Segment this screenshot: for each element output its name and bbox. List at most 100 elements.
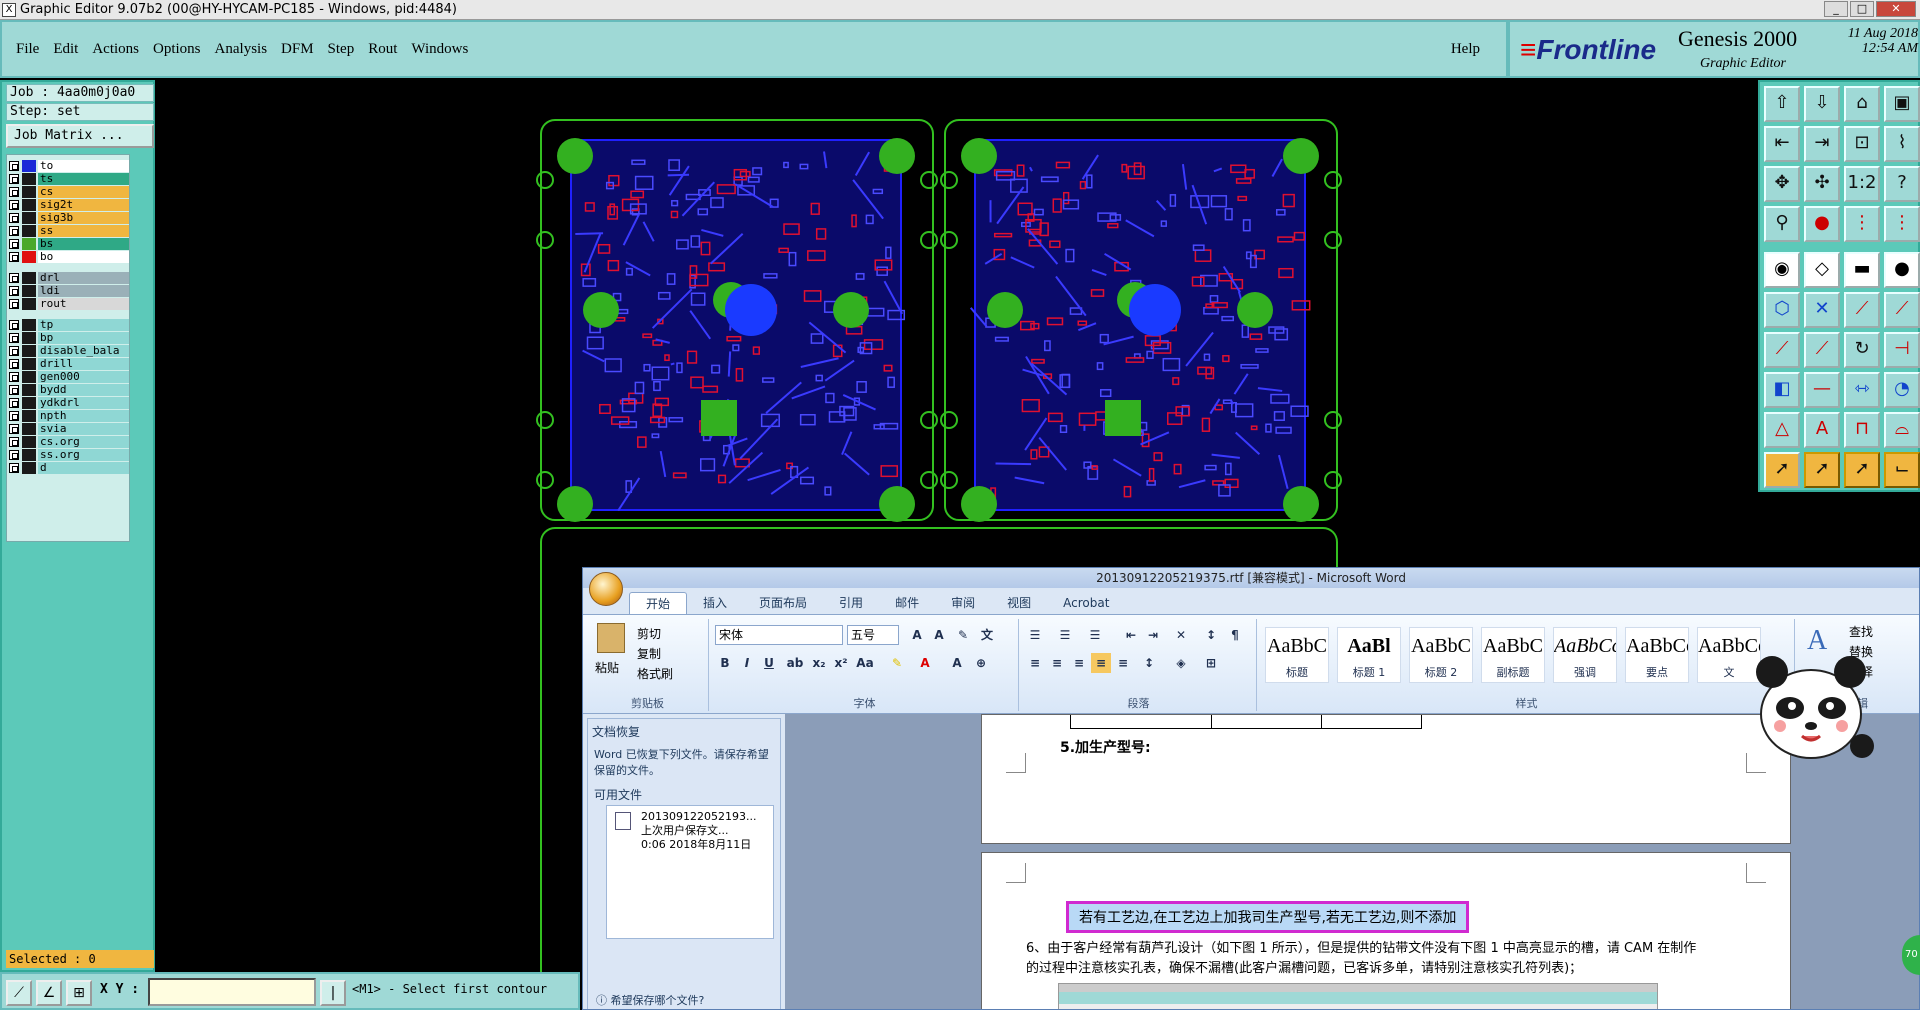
add-line-icon[interactable]: ▬ [1844, 252, 1880, 288]
layer-checkbox[interactable] [9, 239, 19, 249]
rotate-icon[interactable]: ↻ [1844, 332, 1880, 368]
ribbon-tab[interactable]: 视图 [991, 592, 1047, 614]
paste-button[interactable]: 粘贴 [595, 659, 619, 676]
menu-edit[interactable]: Edit [53, 41, 78, 58]
layer-checkbox[interactable] [9, 398, 19, 408]
ribbon-tab[interactable]: 审阅 [935, 592, 991, 614]
cursor-icon[interactable]: | [320, 980, 346, 1006]
layer-checkbox[interactable] [9, 372, 19, 382]
zoom-fit-icon[interactable]: ⇩ [1804, 86, 1840, 122]
ribbon-tab[interactable]: 页面布局 [743, 592, 823, 614]
document-page[interactable]: 5.加生产型号: [981, 714, 1791, 844]
layer-checkbox[interactable] [9, 213, 19, 223]
layer-checkbox[interactable] [9, 200, 19, 210]
layer-row-drill[interactable]: drill [9, 357, 129, 371]
pan-icon[interactable]: ✥ [1764, 166, 1800, 202]
pointer-mode-icon[interactable]: ⟋ [6, 980, 32, 1006]
arc-line-icon[interactable]: ⟋ [1884, 292, 1920, 328]
menu-actions[interactable]: Actions [92, 41, 139, 58]
ribbon-tab[interactable]: 开始 [629, 592, 688, 614]
layer-row-bp[interactable]: bp [9, 331, 129, 345]
zoom-home-icon[interactable]: ⇧ [1764, 86, 1800, 122]
layer-row-to[interactable]: to [9, 159, 129, 173]
ribbon-tab[interactable]: 插入 [687, 592, 743, 614]
layer-checkbox[interactable] [9, 333, 19, 343]
align-right-icon[interactable]: ≡ [1069, 653, 1089, 673]
layer-row-tp[interactable]: tp [9, 318, 129, 332]
home-view-icon[interactable]: ⌂ [1844, 86, 1880, 122]
shading-icon[interactable]: ◈ [1171, 653, 1191, 673]
layer-row-ss-org[interactable]: ss.org [9, 448, 129, 462]
layer-row-sig3b[interactable]: sig3b [9, 211, 129, 225]
layer-checkbox[interactable] [9, 252, 19, 262]
font-size-box[interactable]: 五号 [847, 625, 899, 645]
layer-row-gen000[interactable]: gen000 [9, 370, 129, 384]
style-option[interactable]: AaBbC 标题 [1265, 627, 1329, 683]
decrease-indent-icon[interactable]: ⇤ [1121, 625, 1141, 645]
superscript-icon[interactable]: x² [831, 653, 851, 673]
move-icon[interactable]: ✣ [1804, 166, 1840, 202]
find-button[interactable]: 查找 [1849, 623, 1873, 640]
change-case-icon[interactable]: Aa [855, 653, 875, 673]
layer-checkbox[interactable] [9, 463, 19, 473]
font-color-icon[interactable]: A [915, 653, 935, 673]
style-option[interactable]: AaBbCcD 强调 [1553, 627, 1617, 683]
justify-icon[interactable]: ≡ [1091, 653, 1111, 673]
style-option[interactable]: AaBbCcD 要点 [1625, 627, 1689, 683]
menu-file[interactable]: File [16, 41, 39, 58]
layer-row-rout[interactable]: rout [9, 297, 129, 311]
subscript-icon[interactable]: x₂ [809, 653, 829, 673]
style-option[interactable]: AaBbC 副标题 [1481, 627, 1545, 683]
asian-layout-icon[interactable]: ✕ [1171, 625, 1191, 645]
fill-icon[interactable]: ⊣ [1884, 332, 1920, 368]
layer-row-sig2t[interactable]: sig2t [9, 198, 129, 212]
menu-windows[interactable]: Windows [411, 41, 468, 58]
grow-font-icon[interactable]: A [907, 625, 927, 645]
increase-indent-icon[interactable]: ⇥ [1143, 625, 1163, 645]
layer-checkbox[interactable] [9, 273, 19, 283]
layer-checkbox[interactable] [9, 161, 19, 171]
layer-checkbox[interactable] [9, 299, 19, 309]
diagonal-icon[interactable]: ⟋ [1804, 332, 1840, 368]
align-center-icon[interactable]: ≡ [1047, 653, 1067, 673]
menu-rout[interactable]: Rout [368, 41, 397, 58]
rout-icon[interactable]: ⋮ [1884, 206, 1920, 242]
layer-row-cs[interactable]: cs [9, 185, 129, 199]
zoom-box-icon[interactable]: ⊡ [1844, 126, 1880, 162]
italic-icon[interactable]: I [737, 653, 757, 673]
drill-icon[interactable]: ⋮ [1844, 206, 1880, 242]
layer-checkbox[interactable] [9, 187, 19, 197]
layer-row-disable-bala[interactable]: disable_bala [9, 344, 129, 358]
pan-left-icon[interactable]: ⇤ [1764, 126, 1800, 162]
line-icon[interactable]: ⟋ [1844, 292, 1880, 328]
layer-checkbox[interactable] [9, 450, 19, 460]
bold-icon[interactable]: B [715, 653, 735, 673]
layer-row-drl[interactable]: drl [9, 271, 129, 285]
route-icon[interactable]: ⌙ [1884, 452, 1920, 488]
add-pad-icon[interactable]: ◉ [1764, 252, 1800, 288]
layer-checkbox[interactable] [9, 437, 19, 447]
redraw-icon[interactable]: ⌇ [1884, 126, 1920, 162]
pad-icon[interactable]: ● [1804, 206, 1840, 242]
layer-checkbox[interactable] [9, 424, 19, 434]
multilevel-icon[interactable]: ☰ [1085, 625, 1105, 645]
line-spacing-icon[interactable]: ↕ [1139, 653, 1159, 673]
bridge-icon[interactable]: ⊓ [1844, 412, 1880, 448]
shrink-font-icon[interactable]: A [929, 625, 949, 645]
minimize-button[interactable]: _ [1824, 1, 1848, 17]
scale-icon[interactable]: 1:2 [1844, 166, 1880, 202]
layer-checkbox[interactable] [9, 385, 19, 395]
menu-step[interactable]: Step [328, 41, 355, 58]
job-matrix-button[interactable]: Job Matrix ... [6, 124, 154, 148]
style-option[interactable]: AaBl 标题 1 [1337, 627, 1401, 683]
phonetic-icon[interactable]: 文 [977, 625, 997, 645]
panel-icon[interactable]: ◧ [1764, 372, 1800, 408]
menu-dfm[interactable]: DFM [281, 41, 314, 58]
surface-icon[interactable]: ◔ [1884, 372, 1920, 408]
spread-icon[interactable]: ⇿ [1844, 372, 1880, 408]
layer-checkbox[interactable] [9, 411, 19, 421]
pan-right-icon[interactable]: ⇥ [1804, 126, 1840, 162]
layer-row-svia[interactable]: svia [9, 422, 129, 436]
layer-checkbox[interactable] [9, 226, 19, 236]
cross-icon[interactable]: ✕ [1804, 292, 1840, 328]
